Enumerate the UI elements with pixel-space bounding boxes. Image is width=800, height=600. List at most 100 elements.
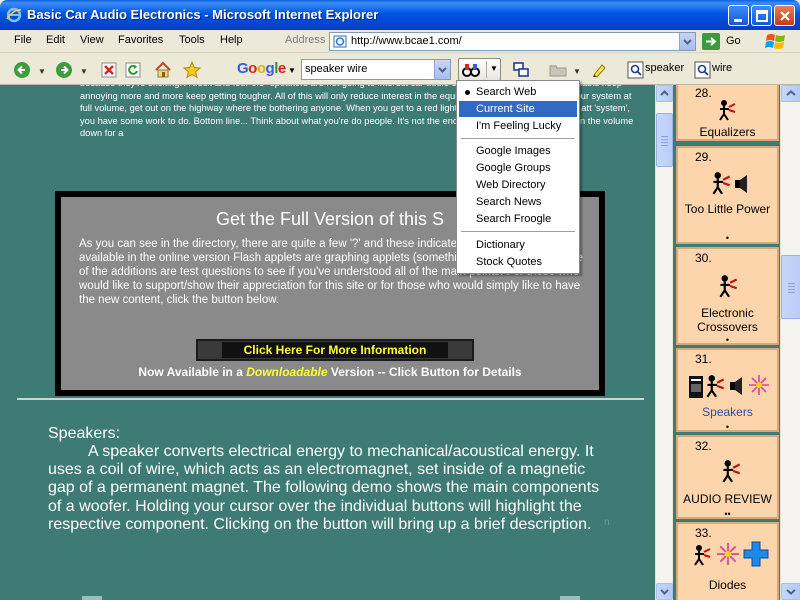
topic-label: Electronic Crossovers [697, 306, 758, 334]
section-divider [17, 398, 644, 400]
scroll-down-button[interactable] [781, 583, 800, 600]
word-find-icon[interactable] [626, 60, 646, 80]
availability-text: Now Available in a Downloadable Version … [61, 365, 599, 379]
google-search-dropdown-button[interactable] [434, 60, 450, 79]
menu-item-feeling-lucky[interactable]: I'm Feeling Lucky [459, 118, 577, 134]
arrow-down-icon [786, 589, 796, 595]
minimize-icon [734, 19, 742, 22]
go-button[interactable]: Go [702, 32, 748, 51]
home-icon[interactable] [153, 60, 173, 80]
menu-item-label: Search Froogle [476, 213, 552, 225]
forward-icon[interactable] [54, 60, 74, 80]
menu-view[interactable]: View [80, 34, 104, 46]
scroll-down-button[interactable] [656, 583, 673, 600]
topic-number: 29. [695, 150, 712, 164]
menu-file[interactable]: File [14, 34, 32, 46]
menu-item-stock-quotes[interactable]: Stock Quotes [459, 254, 577, 270]
amplifier-person-icon [722, 460, 741, 483]
stop-icon[interactable] [99, 60, 119, 80]
google-logo[interactable]: Google [237, 60, 286, 77]
highlighter-icon[interactable] [589, 60, 609, 80]
speaker-icon [730, 377, 742, 395]
menu-item-label: Search Web [476, 86, 537, 98]
address-url: http://www.bcae1.com/ [351, 35, 462, 47]
scroll-up-button[interactable] [656, 85, 673, 102]
menu-item-label: Search News [476, 196, 542, 208]
topic-number: 32. [695, 439, 712, 453]
binoculars-icon [462, 64, 480, 77]
topic-number: 30. [695, 251, 712, 265]
maximize-button[interactable] [751, 5, 772, 26]
folder-dropdown-icon[interactable]: ▼ [573, 67, 581, 76]
more-information-button[interactable]: Click Here For More Information [196, 339, 474, 361]
topic-number: 31. [695, 352, 712, 366]
topic-card-speakers[interactable]: 31. Speakers • [676, 348, 779, 432]
close-button[interactable] [774, 5, 795, 26]
amplifier-person-icon [719, 275, 738, 298]
word-find-icon[interactable] [693, 60, 713, 80]
sidebar-vertical-scrollbar[interactable] [780, 85, 800, 600]
minimize-button[interactable] [728, 5, 749, 26]
checked-bullet-icon [465, 90, 470, 95]
folder-icon[interactable] [548, 60, 568, 80]
menu-item-label: Current Site [476, 103, 535, 115]
search-type-dropdown-icon[interactable]: ▼ [490, 64, 498, 73]
menu-item-search-news[interactable]: Search News [459, 194, 577, 210]
google-search-input[interactable]: speaker wire [301, 59, 451, 80]
chevron-down-icon [438, 67, 447, 73]
topic-label: Equalizers [699, 125, 756, 139]
menu-item-google-images[interactable]: Google Images [459, 143, 577, 159]
menu-separator [461, 138, 575, 139]
scroll-thumb[interactable] [781, 255, 800, 319]
arrow-up-icon [660, 90, 669, 96]
menu-separator [461, 231, 575, 232]
starburst-icon [749, 375, 769, 395]
back-dropdown-icon[interactable]: ▼ [38, 67, 46, 76]
menu-favorites[interactable]: Favorites [118, 34, 163, 46]
amplifier-person-icon [719, 100, 736, 121]
google-search-value: speaker wire [305, 63, 368, 75]
menu-item-search-web[interactable]: Search Web [459, 84, 577, 100]
menu-item-label: Dictionary [476, 239, 525, 251]
menu-item-label: Stock Quotes [476, 256, 543, 268]
topic-card-diodes[interactable]: 33. Diodes [676, 522, 779, 600]
menu-item-label: Web Directory [476, 179, 546, 191]
plus-icon [743, 541, 769, 567]
main-vertical-scrollbar[interactable] [655, 85, 673, 600]
availability-suffix: Version -- Click Button for Details [327, 365, 522, 379]
topic-label: AUDIO REVIEW [683, 492, 772, 506]
window-title: Basic Car Audio Electronics - Microsoft … [27, 7, 379, 22]
forward-dropdown-icon[interactable]: ▼ [80, 67, 88, 76]
menu-tools[interactable]: Tools [179, 34, 205, 46]
pagerank-icon[interactable] [511, 60, 531, 80]
address-dropdown-button[interactable] [679, 33, 695, 50]
google-search-button[interactable]: ▼ [458, 58, 501, 81]
topic-card-electronic-crossovers[interactable]: 30. Electronic Crossovers • [676, 247, 779, 345]
word-find-speaker[interactable]: speaker [645, 62, 684, 74]
menu-item-web-directory[interactable]: Web Directory [459, 177, 577, 193]
menu-item-label: Google Groups [476, 162, 551, 174]
topic-label: Speakers [702, 405, 753, 419]
menu-item-google-groups[interactable]: Google Groups [459, 160, 577, 176]
go-label: Go [726, 35, 741, 47]
amplifier-person-icon [712, 172, 731, 195]
menu-item-dictionary[interactable]: Dictionary [459, 237, 577, 253]
favorites-star-icon[interactable] [182, 60, 202, 80]
menu-item-current-site[interactable]: Current Site [459, 101, 577, 117]
speakers-description: A speaker converts electrical energy to … [48, 443, 600, 533]
topic-card-too-little-power[interactable]: 29. Too Little Power • [676, 146, 779, 244]
topic-card-equalizers[interactable]: 28. Equalizers [676, 85, 779, 141]
topic-card-audio-review[interactable]: 32. AUDIO REVIEW •• [676, 435, 779, 519]
scroll-up-button[interactable] [781, 85, 800, 102]
topic-dots: • [725, 335, 730, 345]
menu-item-search-froogle[interactable]: Search Froogle [459, 211, 577, 227]
word-find-wire[interactable]: wire [712, 62, 732, 74]
back-icon[interactable] [12, 60, 32, 80]
google-menu-dropdown-icon[interactable]: ▼ [288, 66, 296, 75]
menu-help[interactable]: Help [220, 34, 243, 46]
menu-edit[interactable]: Edit [46, 34, 65, 46]
refresh-icon[interactable] [123, 60, 143, 80]
arrow-up-icon [786, 90, 796, 96]
address-field[interactable]: http://www.bcae1.com/ [329, 32, 696, 51]
scroll-thumb[interactable] [656, 113, 673, 167]
